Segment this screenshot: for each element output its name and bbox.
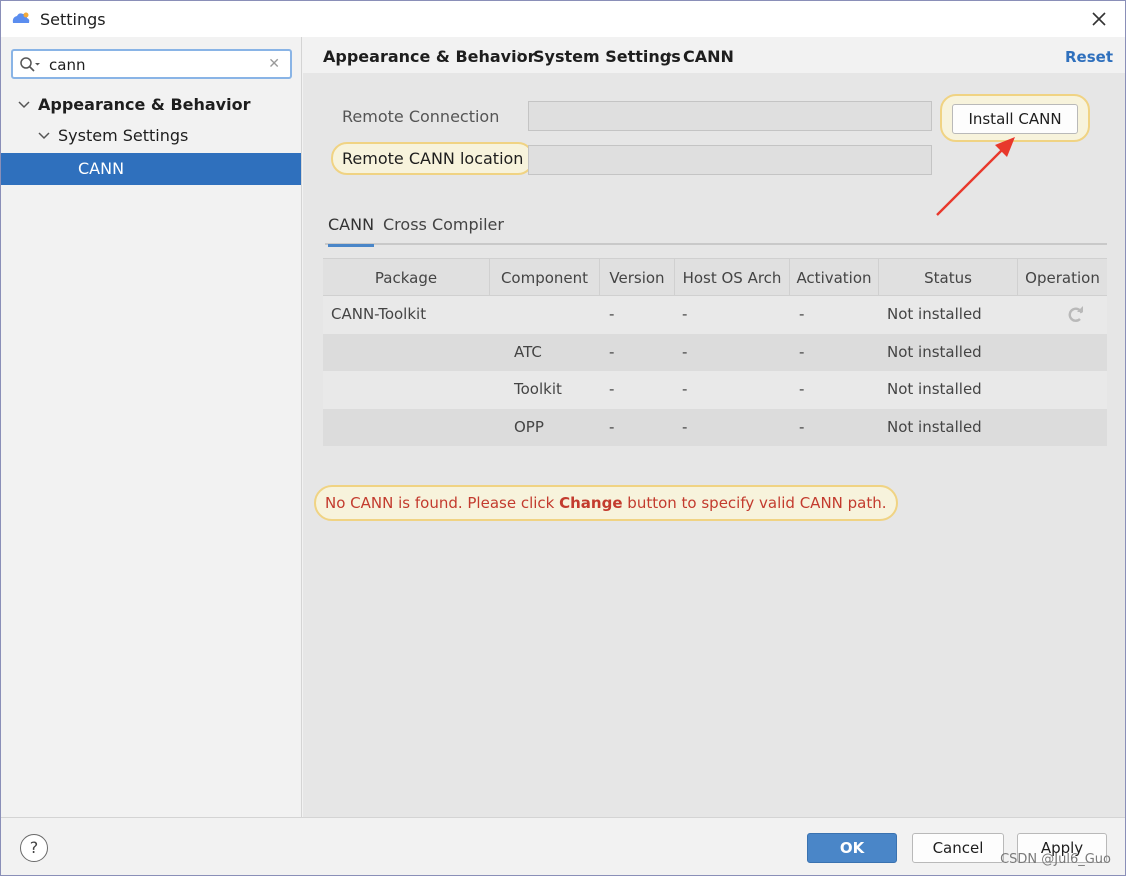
search-icon[interactable] [19,56,41,74]
table-row[interactable]: OPP - - - Not installed [323,408,1107,446]
column-header-operation[interactable]: Operation [1018,259,1107,297]
search-box[interactable]: ✕ [11,49,292,79]
column-header-package[interactable]: Package [323,259,490,297]
column-header-host-os-arch[interactable]: Host OS Arch [675,259,790,297]
settings-sidebar: ✕ Appearance & Behavior System Settings … [1,37,302,817]
tab-cann[interactable]: CANN [328,215,375,247]
cell-host-os-arch: - [682,342,688,361]
app-logo-icon [11,11,31,25]
breadcrumb-item[interactable]: System Settings [533,47,681,66]
cell-component: OPP [514,417,544,436]
cell-version: - [609,305,615,323]
cell-component: Toolkit [514,380,562,398]
cell-version: - [609,380,615,398]
close-icon[interactable] [1087,7,1111,31]
cell-host-os-arch: - [682,380,688,398]
watermark-text: CSDN @Jul6_Guo [1000,852,1111,867]
title-bar: Settings [1,1,1125,37]
error-message: No CANN is found. Please click Change bu… [314,485,898,521]
sidebar-item-cann[interactable]: CANN [1,153,301,185]
column-header-component[interactable]: Component [490,259,600,297]
tab-cross-compiler[interactable]: Cross Compiler [383,215,504,244]
ok-button[interactable]: OK [807,833,897,863]
table-row[interactable]: CANN-Toolkit - - - Not installed [323,296,1107,334]
cell-activation: - [799,417,805,436]
breadcrumb: Appearance & Behavior › System Settings … [303,37,1125,73]
cell-status: Not installed [887,380,982,398]
cell-activation: - [799,305,805,323]
cancel-button[interactable]: Cancel [912,833,1004,863]
settings-window: Settings ✕ Appearance & Behavior [0,0,1126,876]
remote-cann-location-field[interactable] [528,145,932,175]
error-text-suffix: button to specify valid CANN path. [622,494,887,512]
change-link[interactable]: Change [559,494,622,512]
sidebar-item-label: CANN [78,159,125,178]
column-header-activation[interactable]: Activation [790,259,879,297]
cell-activation: - [799,342,805,361]
cell-host-os-arch: - [682,305,688,323]
sidebar-item-appearance-behavior[interactable]: Appearance & Behavior [1,89,301,121]
cell-package: CANN-Toolkit [331,305,427,323]
cell-version: - [609,417,615,436]
remote-connection-label: Remote Connection [342,107,500,126]
refresh-icon[interactable] [1067,306,1085,324]
sidebar-item-label: System Settings [58,126,189,145]
table-row[interactable]: ATC - - - Not installed [323,333,1107,371]
window-title: Settings [40,10,106,29]
remote-cann-location-label: Remote CANN location [331,142,535,175]
sidebar-item-system-settings[interactable]: System Settings [1,120,301,152]
dialog-footer: ? OK Cancel Apply CSDN @Jul6_Guo [1,817,1125,875]
reset-link[interactable]: Reset [1065,48,1113,66]
cell-status: Not installed [887,417,982,436]
help-button[interactable]: ? [20,834,48,862]
clear-search-icon[interactable]: ✕ [268,56,280,72]
breadcrumb-item[interactable]: Appearance & Behavior [323,47,535,66]
chevron-down-icon[interactable] [38,120,52,152]
settings-main-panel: Appearance & Behavior › System Settings … [303,37,1125,817]
cell-host-os-arch: - [682,417,688,436]
annotation-arrow-icon [936,137,1015,216]
remote-connection-field[interactable] [528,101,932,131]
table-row[interactable]: Toolkit - - - Not installed [323,371,1107,409]
cell-status: Not installed [887,305,982,323]
cell-component: ATC [514,342,542,361]
chevron-down-icon[interactable] [18,89,32,121]
cell-version: - [609,342,615,361]
chevron-right-icon: › [517,47,523,63]
search-input[interactable] [49,54,259,76]
page-title: CANN [683,47,734,66]
cell-activation: - [799,380,805,398]
cann-package-table: Package Component Version Host OS Arch A… [323,258,1107,446]
sidebar-item-label: Appearance & Behavior [38,95,251,114]
chevron-right-icon: › [667,47,673,63]
error-text-prefix: No CANN is found. Please click [325,494,560,512]
column-header-version[interactable]: Version [600,259,675,297]
column-header-status[interactable]: Status [879,259,1018,297]
table-header: Package Component Version Host OS Arch A… [323,258,1107,297]
tab-bar: CANN Cross Compiler [325,209,1107,247]
cell-status: Not installed [887,342,982,361]
